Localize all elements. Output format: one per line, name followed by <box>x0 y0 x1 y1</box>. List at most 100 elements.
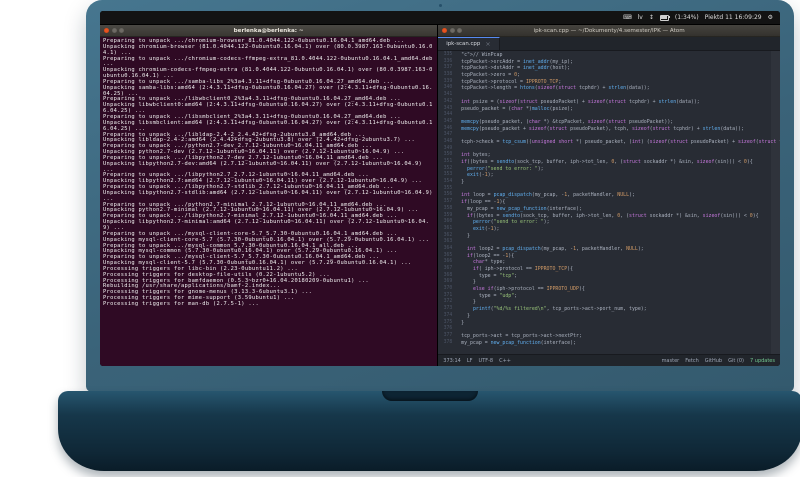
code-line: 336 tcpPacket->srcAddr = inet_addr(my_ip… <box>438 59 780 66</box>
code-text: char* type; <box>472 259 506 266</box>
code-text: if((bytes = sendto(sock_tcp, buffer, iph… <box>467 212 759 219</box>
code-line: 361 exit(-1); <box>438 226 780 233</box>
code-text: my_pcap = new_pcap_function(interface); <box>455 205 582 212</box>
editor-window: ipk-scan.cpp — ~/Dokumenty/4.semester/IP… <box>437 25 780 366</box>
minimize-button[interactable] <box>111 28 117 33</box>
battery-label[interactable]: (1:34%) <box>675 14 699 21</box>
line-number: 341 <box>443 92 453 98</box>
status-github-button[interactable]: GitHub <box>705 358 722 364</box>
status-git-changes[interactable]: Git (0) <box>728 358 744 364</box>
editor-titlebar[interactable]: ipk-scan.cpp — ~/Dokumenty/4.semester/IP… <box>438 25 780 37</box>
editor-statusbar: 373:14 LF UTF-8 C++ master Fetch GitHub … <box>438 354 780 366</box>
status-git-branch[interactable]: master <box>662 358 680 364</box>
keyboard-icon[interactable]: ⌨ <box>623 14 632 21</box>
tab-label: ipk-scan.cpp <box>446 41 481 47</box>
clock[interactable]: Piektd 11 16:09:29 <box>705 14 762 21</box>
code-line: 377 tcp_ports->act = tcp_ports->act->nex… <box>438 333 780 340</box>
code-text: tcpPacket->length = htons(sizeof(struct … <box>455 85 650 92</box>
terminal-line: Unpacking libsmbclient:amd64 (2:4.3.11+d… <box>103 119 433 132</box>
code-line: 371 type = "udp"; <box>438 293 780 300</box>
code-line: 357 if(loop == -1){ <box>438 199 780 206</box>
code-text: int bytes; <box>461 152 491 159</box>
line-number: 351 <box>443 159 453 164</box>
session-menu-icon[interactable]: ⚙ <box>768 14 773 21</box>
terminal-title: berlenka@berlenka: ~ <box>233 27 304 34</box>
line-number: 376 <box>443 326 453 332</box>
line-number: 360 <box>443 219 453 225</box>
editor-window-controls <box>438 28 463 33</box>
terminal-window: berlenka@berlenka: ~ Preparing to unpack… <box>100 25 438 366</box>
line-number: 342 <box>443 98 453 104</box>
code-line: 375 } <box>438 320 780 327</box>
line-number: 366 <box>443 259 453 265</box>
tab-ipk-scan-cpp[interactable]: ipk-scan.cpp × <box>438 37 500 50</box>
code-line: 365 if(loop2 == -1){ <box>438 253 780 260</box>
code-text: type = "udp"; <box>455 292 518 299</box>
code-text: int loop2 = pcap_dispatch(my_pcap, -1, p… <box>467 245 644 252</box>
laptop-base <box>58 391 800 471</box>
code-text: tcpPacket->dstAddr = inet_addr(host); <box>455 65 571 72</box>
code-line: 341 <box>438 92 780 99</box>
code-text: int loop = pcap_dispatch(my_pcap, -1, pa… <box>461 192 635 199</box>
editor-tabbar: ipk-scan.cpp × <box>438 37 780 51</box>
status-updates-badge[interactable]: 7 updates <box>750 358 775 364</box>
terminal-line: Unpacking libpython2.7-stdlib:amd64 (2.7… <box>103 189 437 202</box>
code-line: 346 memcpy(pseudo_packet + sizeof(struct… <box>438 126 780 133</box>
line-number: 350 <box>443 152 453 158</box>
code-line: 378 my_pcap = new_pcap_function(interfac… <box>438 340 780 347</box>
code-line: 366 char* type; <box>438 259 780 266</box>
maximize-button[interactable] <box>457 28 463 33</box>
code-text: perror("send to error: "); <box>467 165 544 172</box>
editor-title: ipk-scan.cpp — ~/Dokumenty/4.semester/IP… <box>533 27 685 34</box>
network-sync-icon[interactable]: ↕ <box>649 14 654 21</box>
tab-close-icon[interactable]: × <box>485 41 490 48</box>
code-text: tcph->check = tcp_csum((unsigned short *… <box>455 138 780 145</box>
minimize-button[interactable] <box>449 28 455 33</box>
code-line: 342 int psize = (sizeof(struct pseudoPac… <box>438 99 780 106</box>
code-text: type = "tcp"; <box>455 272 518 279</box>
code-text: } <box>455 232 470 239</box>
line-number: 378 <box>443 339 453 345</box>
terminal-output[interactable]: Preparing to unpack .../chromium-browser… <box>100 37 438 366</box>
maximize-button[interactable] <box>119 28 124 33</box>
code-text: perror("send to error: "); <box>472 219 550 226</box>
code-line: 337 tcpPacket->dstAddr = inet_addr(host)… <box>438 65 780 72</box>
status-fetch-button[interactable]: Fetch <box>685 358 699 364</box>
code-line: 348 tcph->check = tcp_csum((unsigned sho… <box>438 139 780 146</box>
status-encoding[interactable]: UTF-8 <box>479 358 494 364</box>
screen: ⌨ lv ↕ (1:34%) Piektd 11 16:09:29 ⚙ berl… <box>100 11 780 366</box>
code-line: 354 } <box>438 179 780 186</box>
code-editor[interactable]: 335 "c">// WinPcap 336 tcpPacket->srcAddr… <box>438 51 780 354</box>
minimap[interactable] <box>771 51 780 354</box>
laptop-lid: ⌨ lv ↕ (1:34%) Piektd 11 16:09:29 ⚙ berl… <box>86 0 794 392</box>
code-text: "c">// WinPcap <box>461 52 503 58</box>
code-line: 344 <box>438 112 780 119</box>
code-text: if((bytes = sendto(sock_tcp, buffer, iph… <box>461 159 753 165</box>
code-text: pseudo_packet = (char *)malloc(psize); <box>455 105 574 112</box>
status-grammar[interactable]: C++ <box>499 358 511 364</box>
code-text: exit(-1); <box>472 225 500 232</box>
code-line: 368 type = "tcp"; <box>438 273 780 280</box>
line-number: 354 <box>443 179 453 185</box>
input-language-indicator[interactable]: lv <box>638 14 643 21</box>
line-number: 335 <box>443 52 453 57</box>
system-topbar: ⌨ lv ↕ (1:34%) Piektd 11 16:09:29 ⚙ <box>100 11 780 25</box>
terminal-titlebar[interactable]: berlenka@berlenka: ~ <box>100 25 438 37</box>
code-line: 343 pseudo_packet = (char *)malloc(psize… <box>438 106 780 113</box>
line-number: 348 <box>443 138 453 144</box>
code-text: } <box>455 299 476 306</box>
code-line: 376 <box>438 326 780 333</box>
code-text: } <box>455 319 465 326</box>
status-cursor-position[interactable]: 373:14 <box>443 358 461 364</box>
line-number: 370 <box>443 286 453 292</box>
code-text: my_pcap = new_pcap_function(interface); <box>455 339 577 346</box>
close-button[interactable] <box>442 28 448 33</box>
close-button[interactable] <box>104 28 109 33</box>
laptop-mockup: ⌨ lv ↕ (1:34%) Piektd 11 16:09:29 ⚙ berl… <box>0 0 800 477</box>
status-line-ending[interactable]: LF <box>467 358 473 364</box>
line-number: 347 <box>443 132 453 138</box>
code-line: 356 int loop = pcap_dispatch(my_pcap, -1… <box>438 192 780 199</box>
line-number: 338 <box>443 72 453 78</box>
code-text: memcpy(pseudo_packet + sizeof(struct pse… <box>461 125 744 132</box>
battery-icon[interactable] <box>659 14 671 21</box>
